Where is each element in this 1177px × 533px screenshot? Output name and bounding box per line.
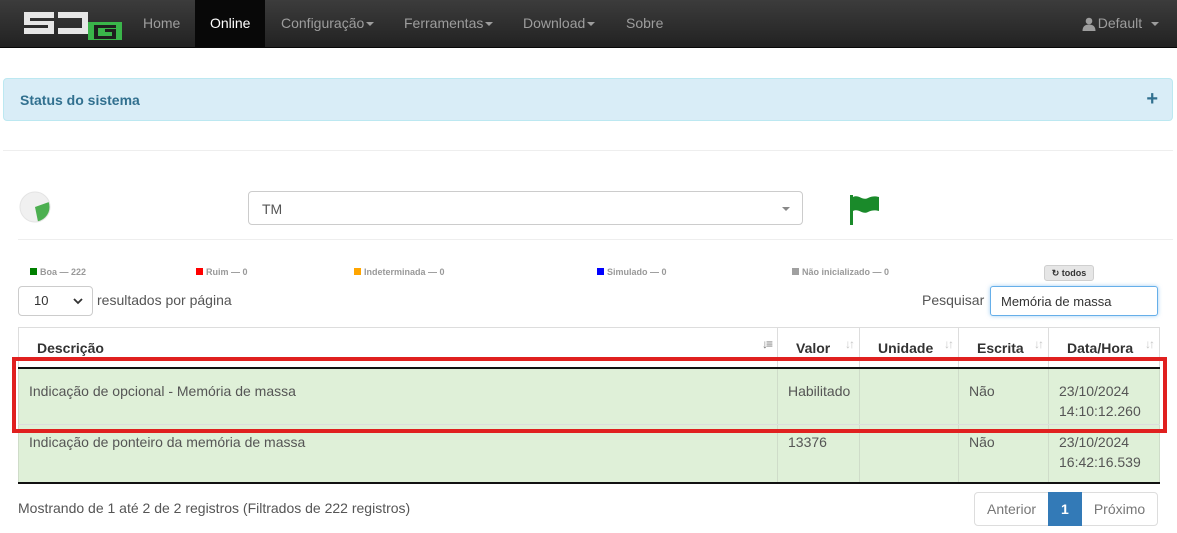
cell-unidade xyxy=(859,367,959,425)
col-unidade-header[interactable]: Unidade ↓↑ xyxy=(859,327,959,369)
divider xyxy=(3,150,1173,151)
user-icon xyxy=(1082,17,1096,32)
cell-descricao: Indicação de opcional - Memória de massa xyxy=(18,367,778,425)
nav-ferramentas-dropdown[interactable]: Ferramentas xyxy=(389,0,508,47)
caret-down-icon xyxy=(485,22,494,27)
nav-home-label: Home xyxy=(143,15,181,31)
cell-time: 16:42:16.539 xyxy=(1059,454,1141,470)
nav-ferramentas-label: Ferramentas xyxy=(404,15,484,31)
legend-boa: Boa — 222 xyxy=(30,267,86,277)
cell-datahora: 23/10/2024 16:42:16.539 xyxy=(1048,424,1160,484)
caret-down-icon xyxy=(1151,22,1159,27)
header-label: Descrição xyxy=(37,340,104,356)
prev-page-button[interactable]: Anterior xyxy=(974,492,1050,526)
sort-icon: ↓↑ xyxy=(944,337,954,351)
sort-icon: ↓↑ xyxy=(1145,337,1155,351)
header-label: Unidade xyxy=(878,340,934,356)
status-panel-title: Status do sistema xyxy=(20,92,140,108)
table-info: Mostrando de 1 até 2 de 2 registros (Fil… xyxy=(18,500,411,516)
category-select[interactable]: TM xyxy=(248,191,803,225)
legend-nao-inicializado: Não inicializado — 0 xyxy=(792,267,889,277)
col-datahora-header[interactable]: Data/Hora ↓↑ xyxy=(1048,327,1160,369)
header-label: Data/Hora xyxy=(1067,340,1134,356)
page-length-select[interactable]: 10 xyxy=(18,286,93,316)
divider xyxy=(18,239,1173,240)
sort-desc-icon: ↓≡ xyxy=(761,337,773,351)
nav-sobre[interactable]: Sobre xyxy=(611,0,678,47)
cell-datahora: 23/10/2024 14:10:12.260 xyxy=(1048,367,1160,425)
todos-label: todos xyxy=(1061,268,1087,278)
search-label: Pesquisar xyxy=(922,292,985,308)
page-1-button[interactable]: 1 xyxy=(1048,492,1082,526)
nav-configuracao-label: Configuração xyxy=(281,15,365,31)
page-length-value: 10 xyxy=(34,293,49,308)
category-select-value: TM xyxy=(262,201,283,217)
next-page-button[interactable]: Próximo xyxy=(1080,492,1159,526)
cell-valor: Habilitado xyxy=(777,367,860,425)
blue-square-icon xyxy=(597,268,604,275)
status-pie-chart xyxy=(19,191,51,223)
col-descricao-header[interactable]: Descrição ↓≡ xyxy=(18,327,778,369)
table-header-row: Descrição ↓≡ Valor ↓↑ Unidade ↓↑ Escrita ↓↑ … xyxy=(18,327,1160,369)
plus-icon[interactable]: + xyxy=(1146,88,1158,110)
sort-icon: ↓↑ xyxy=(845,337,855,351)
chevron-down-icon xyxy=(73,298,83,305)
nav-download-dropdown[interactable]: Download xyxy=(508,0,610,47)
cell-date: 23/10/2024 xyxy=(1059,434,1130,450)
chevron-down-icon xyxy=(782,207,790,211)
nav-home[interactable]: Home xyxy=(128,0,195,47)
user-menu-label: Default xyxy=(1097,15,1143,31)
nav-configuracao-dropdown[interactable]: Configuração xyxy=(266,0,389,47)
legend-label: Boa — 222 xyxy=(40,267,87,277)
flag-icon xyxy=(850,195,879,225)
orange-square-icon xyxy=(354,268,361,275)
page-length-label: resultados por página xyxy=(97,292,232,308)
search-input[interactable] xyxy=(990,286,1158,316)
caret-down-icon xyxy=(587,22,596,27)
table-row[interactable]: Indicação de opcional - Memória de massa… xyxy=(18,367,1160,425)
cell-date: 23/10/2024 xyxy=(1059,382,1130,399)
refresh-icon: ↻ xyxy=(1051,268,1060,278)
green-square-icon xyxy=(30,268,37,275)
header-label: Escrita xyxy=(977,340,1024,356)
cell-valor: 13376 xyxy=(777,424,860,484)
legend-label: Simulado — 0 xyxy=(607,267,667,277)
sdg-logo[interactable] xyxy=(22,8,122,42)
legend-simulado: Simulado — 0 xyxy=(597,267,667,277)
caret-down-icon xyxy=(366,22,375,27)
cell-escrita: Não xyxy=(958,367,1049,425)
legend-ruim: Ruim — 0 xyxy=(196,267,248,277)
gray-square-icon xyxy=(792,268,799,275)
top-navbar: Home Online Configuração Ferramentas Dow… xyxy=(0,0,1177,48)
legend-indeterminada: Indeterminada — 0 xyxy=(354,267,445,277)
col-escrita-header[interactable]: Escrita ↓↑ xyxy=(958,327,1049,369)
cell-escrita: Não xyxy=(958,424,1049,484)
results-table: Descrição ↓≡ Valor ↓↑ Unidade ↓↑ Escrita ↓↑ … xyxy=(18,327,1160,484)
nav-sobre-label: Sobre xyxy=(626,15,664,31)
red-square-icon xyxy=(196,268,203,275)
col-valor-header[interactable]: Valor ↓↑ xyxy=(777,327,860,369)
legend-label: Ruim — 0 xyxy=(206,267,248,277)
status-panel-header[interactable]: Status do sistema + xyxy=(3,78,1173,121)
table-row[interactable]: Indicação de ponteiro da memória de mass… xyxy=(18,424,1160,484)
legend-label: Não inicializado — 0 xyxy=(802,267,890,277)
cell-descricao: Indicação de ponteiro da memória de mass… xyxy=(18,424,778,484)
legend-label: Indeterminada — 0 xyxy=(364,267,445,277)
nav-online[interactable]: Online xyxy=(195,0,266,47)
cell-unidade xyxy=(859,424,959,484)
user-menu-dropdown[interactable]: Default xyxy=(1082,0,1159,47)
nav-online-label: Online xyxy=(210,15,251,31)
sort-icon: ↓↑ xyxy=(1034,337,1044,351)
header-label: Valor xyxy=(796,340,831,356)
nav-download-label: Download xyxy=(523,15,586,31)
cell-time: 14:10:12.260 xyxy=(1059,402,1141,419)
todos-button[interactable]: ↻ todos xyxy=(1044,265,1094,281)
pagination: Anterior 1 Próximo xyxy=(974,492,1159,526)
